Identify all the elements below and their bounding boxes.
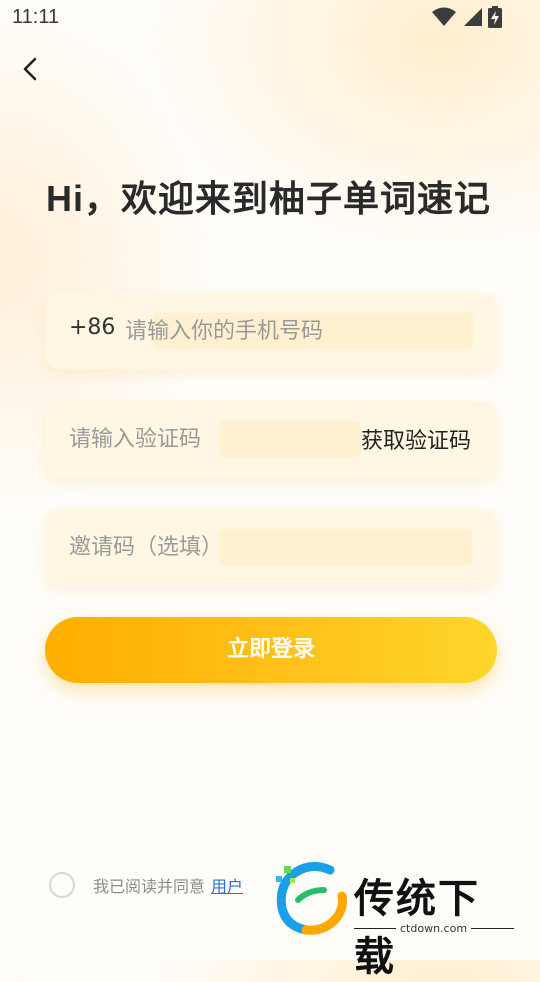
- chevron-left-icon: [23, 57, 37, 81]
- login-button[interactable]: 立即登录: [45, 617, 497, 683]
- status-icons: [432, 6, 502, 28]
- phone-field: +86: [45, 293, 497, 369]
- phone-input[interactable]: [125, 311, 465, 351]
- invite-code-input[interactable]: [69, 527, 469, 567]
- battery-charging-icon: [488, 6, 502, 28]
- back-button[interactable]: [14, 52, 48, 86]
- watermark-url: ctdown.com: [396, 922, 472, 935]
- agreement-text: 我已阅读并同意: [93, 877, 206, 896]
- get-code-button[interactable]: 获取验证码: [361, 423, 471, 455]
- signal-icon: [464, 8, 482, 26]
- invite-field: [45, 509, 497, 585]
- code-field: 获取验证码: [45, 401, 497, 477]
- agreement-row: 我已阅读并同意 用户: [49, 872, 243, 898]
- status-time: 11:11: [12, 6, 60, 28]
- verification-code-input[interactable]: [69, 419, 319, 459]
- user-agreement-link[interactable]: 用户: [211, 873, 243, 897]
- page-title: Hi，欢迎来到柚子单词速记: [46, 178, 492, 219]
- status-bar: 11:11: [0, 0, 540, 36]
- country-code-prefix[interactable]: +86: [69, 315, 115, 340]
- watermark-logo-icon: [276, 862, 347, 935]
- agreement-checkbox[interactable]: [49, 872, 75, 898]
- wifi-icon: [432, 7, 456, 26]
- watermark: 传统下载 ctdown.com: [268, 860, 518, 980]
